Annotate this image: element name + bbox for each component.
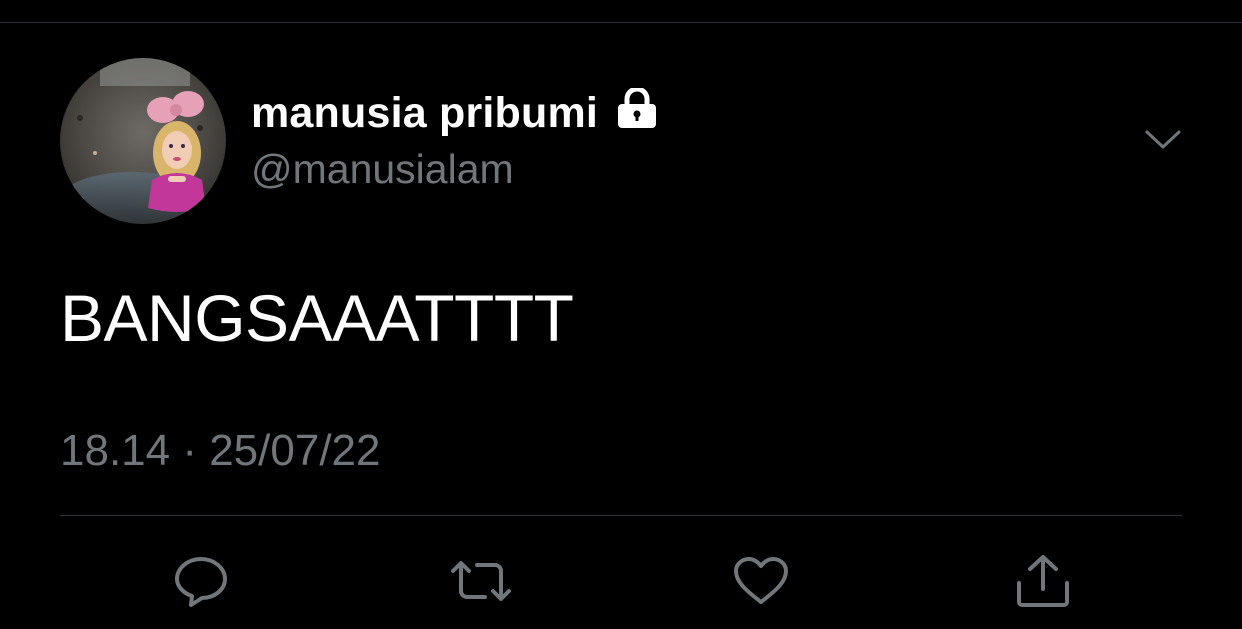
display-name-text: manusia pribumi (251, 89, 599, 137)
lock-icon (614, 86, 660, 139)
tweet-timestamp[interactable]: 18.14 · 25/07/22 (60, 426, 380, 476)
retweet-icon (449, 557, 513, 605)
user-handle[interactable]: @manusialam (251, 146, 514, 193)
share-icon (1014, 553, 1072, 609)
retweet-button[interactable] (449, 553, 513, 609)
action-divider (60, 515, 1182, 516)
heart-icon (732, 555, 790, 607)
top-divider (0, 22, 1242, 23)
avatar[interactable] (60, 58, 226, 224)
share-button[interactable] (1014, 553, 1072, 609)
like-button[interactable] (732, 553, 790, 609)
display-name[interactable]: manusia pribumi (251, 86, 660, 139)
reply-icon (173, 555, 229, 607)
reply-button[interactable] (172, 553, 230, 609)
tweet-text: BANGSAAATTTT (60, 281, 574, 355)
chevron-down-icon[interactable] (1144, 128, 1182, 157)
